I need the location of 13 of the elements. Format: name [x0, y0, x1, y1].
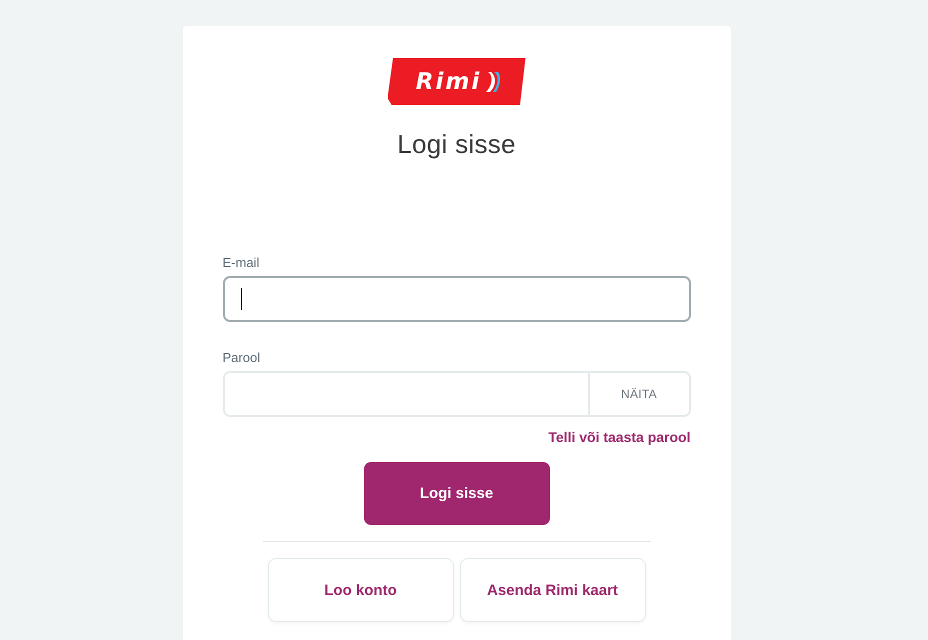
password-field[interactable]: [222, 371, 588, 417]
secondary-button[interactable]: Loo konto: [268, 558, 454, 622]
login-button[interactable]: Logi sisse: [364, 462, 550, 525]
show-password-button[interactable]: NÄITA: [588, 371, 690, 417]
email-field[interactable]: [222, 276, 690, 322]
text-cursor-icon: [240, 288, 242, 310]
logo-text: Rimi: [416, 68, 482, 94]
page-title: Logi sisse: [397, 129, 516, 159]
secondary-button[interactable]: Asenda Rimi kaart: [460, 558, 646, 622]
field-label: Parool: [222, 350, 260, 365]
reset-password-link[interactable]: Telli või taasta parool: [548, 429, 690, 445]
field-label: E-mail: [222, 255, 260, 270]
swoosh-icon: [485, 70, 502, 92]
